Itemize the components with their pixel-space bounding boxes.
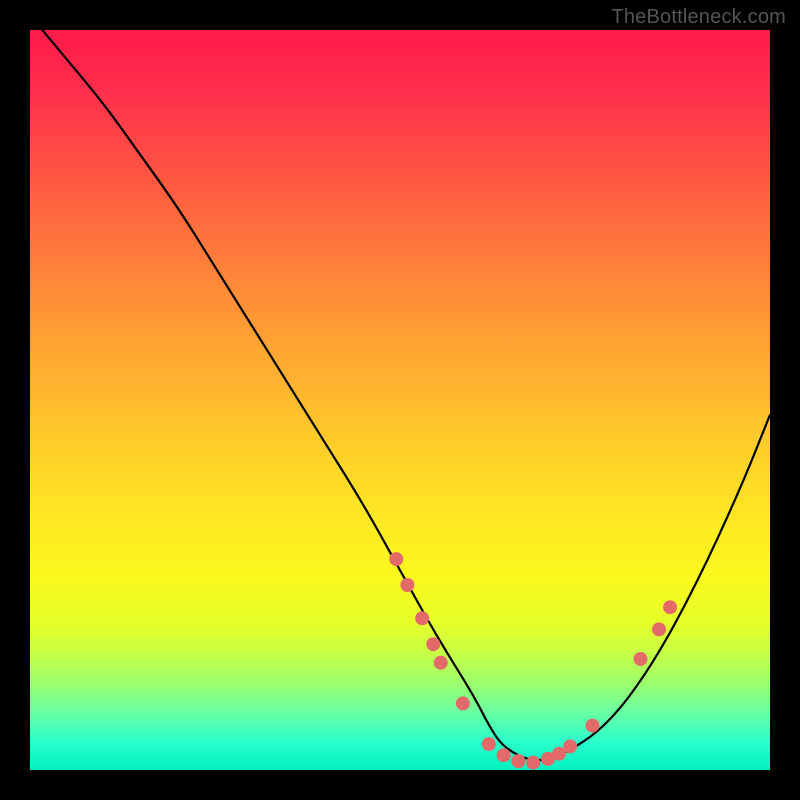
chart-svg xyxy=(30,30,770,770)
data-marker xyxy=(400,578,414,592)
data-marker xyxy=(497,748,511,762)
bottleneck-curve-path xyxy=(30,30,770,760)
data-marker xyxy=(634,652,648,666)
data-marker xyxy=(426,637,440,651)
data-marker xyxy=(663,600,677,614)
data-marker xyxy=(456,696,470,710)
chart-plot-area xyxy=(30,30,770,770)
data-marker xyxy=(552,747,566,761)
data-marker xyxy=(511,754,525,768)
data-marker xyxy=(526,756,540,770)
data-marker xyxy=(389,552,403,566)
watermark-text: TheBottleneck.com xyxy=(611,6,786,29)
data-marker xyxy=(482,737,496,751)
data-marker xyxy=(652,622,666,636)
data-marker xyxy=(585,719,599,733)
data-marker xyxy=(434,656,448,670)
data-marker xyxy=(415,611,429,625)
data-marker xyxy=(541,752,555,766)
data-marker xyxy=(563,739,577,753)
data-markers-group xyxy=(389,552,677,770)
